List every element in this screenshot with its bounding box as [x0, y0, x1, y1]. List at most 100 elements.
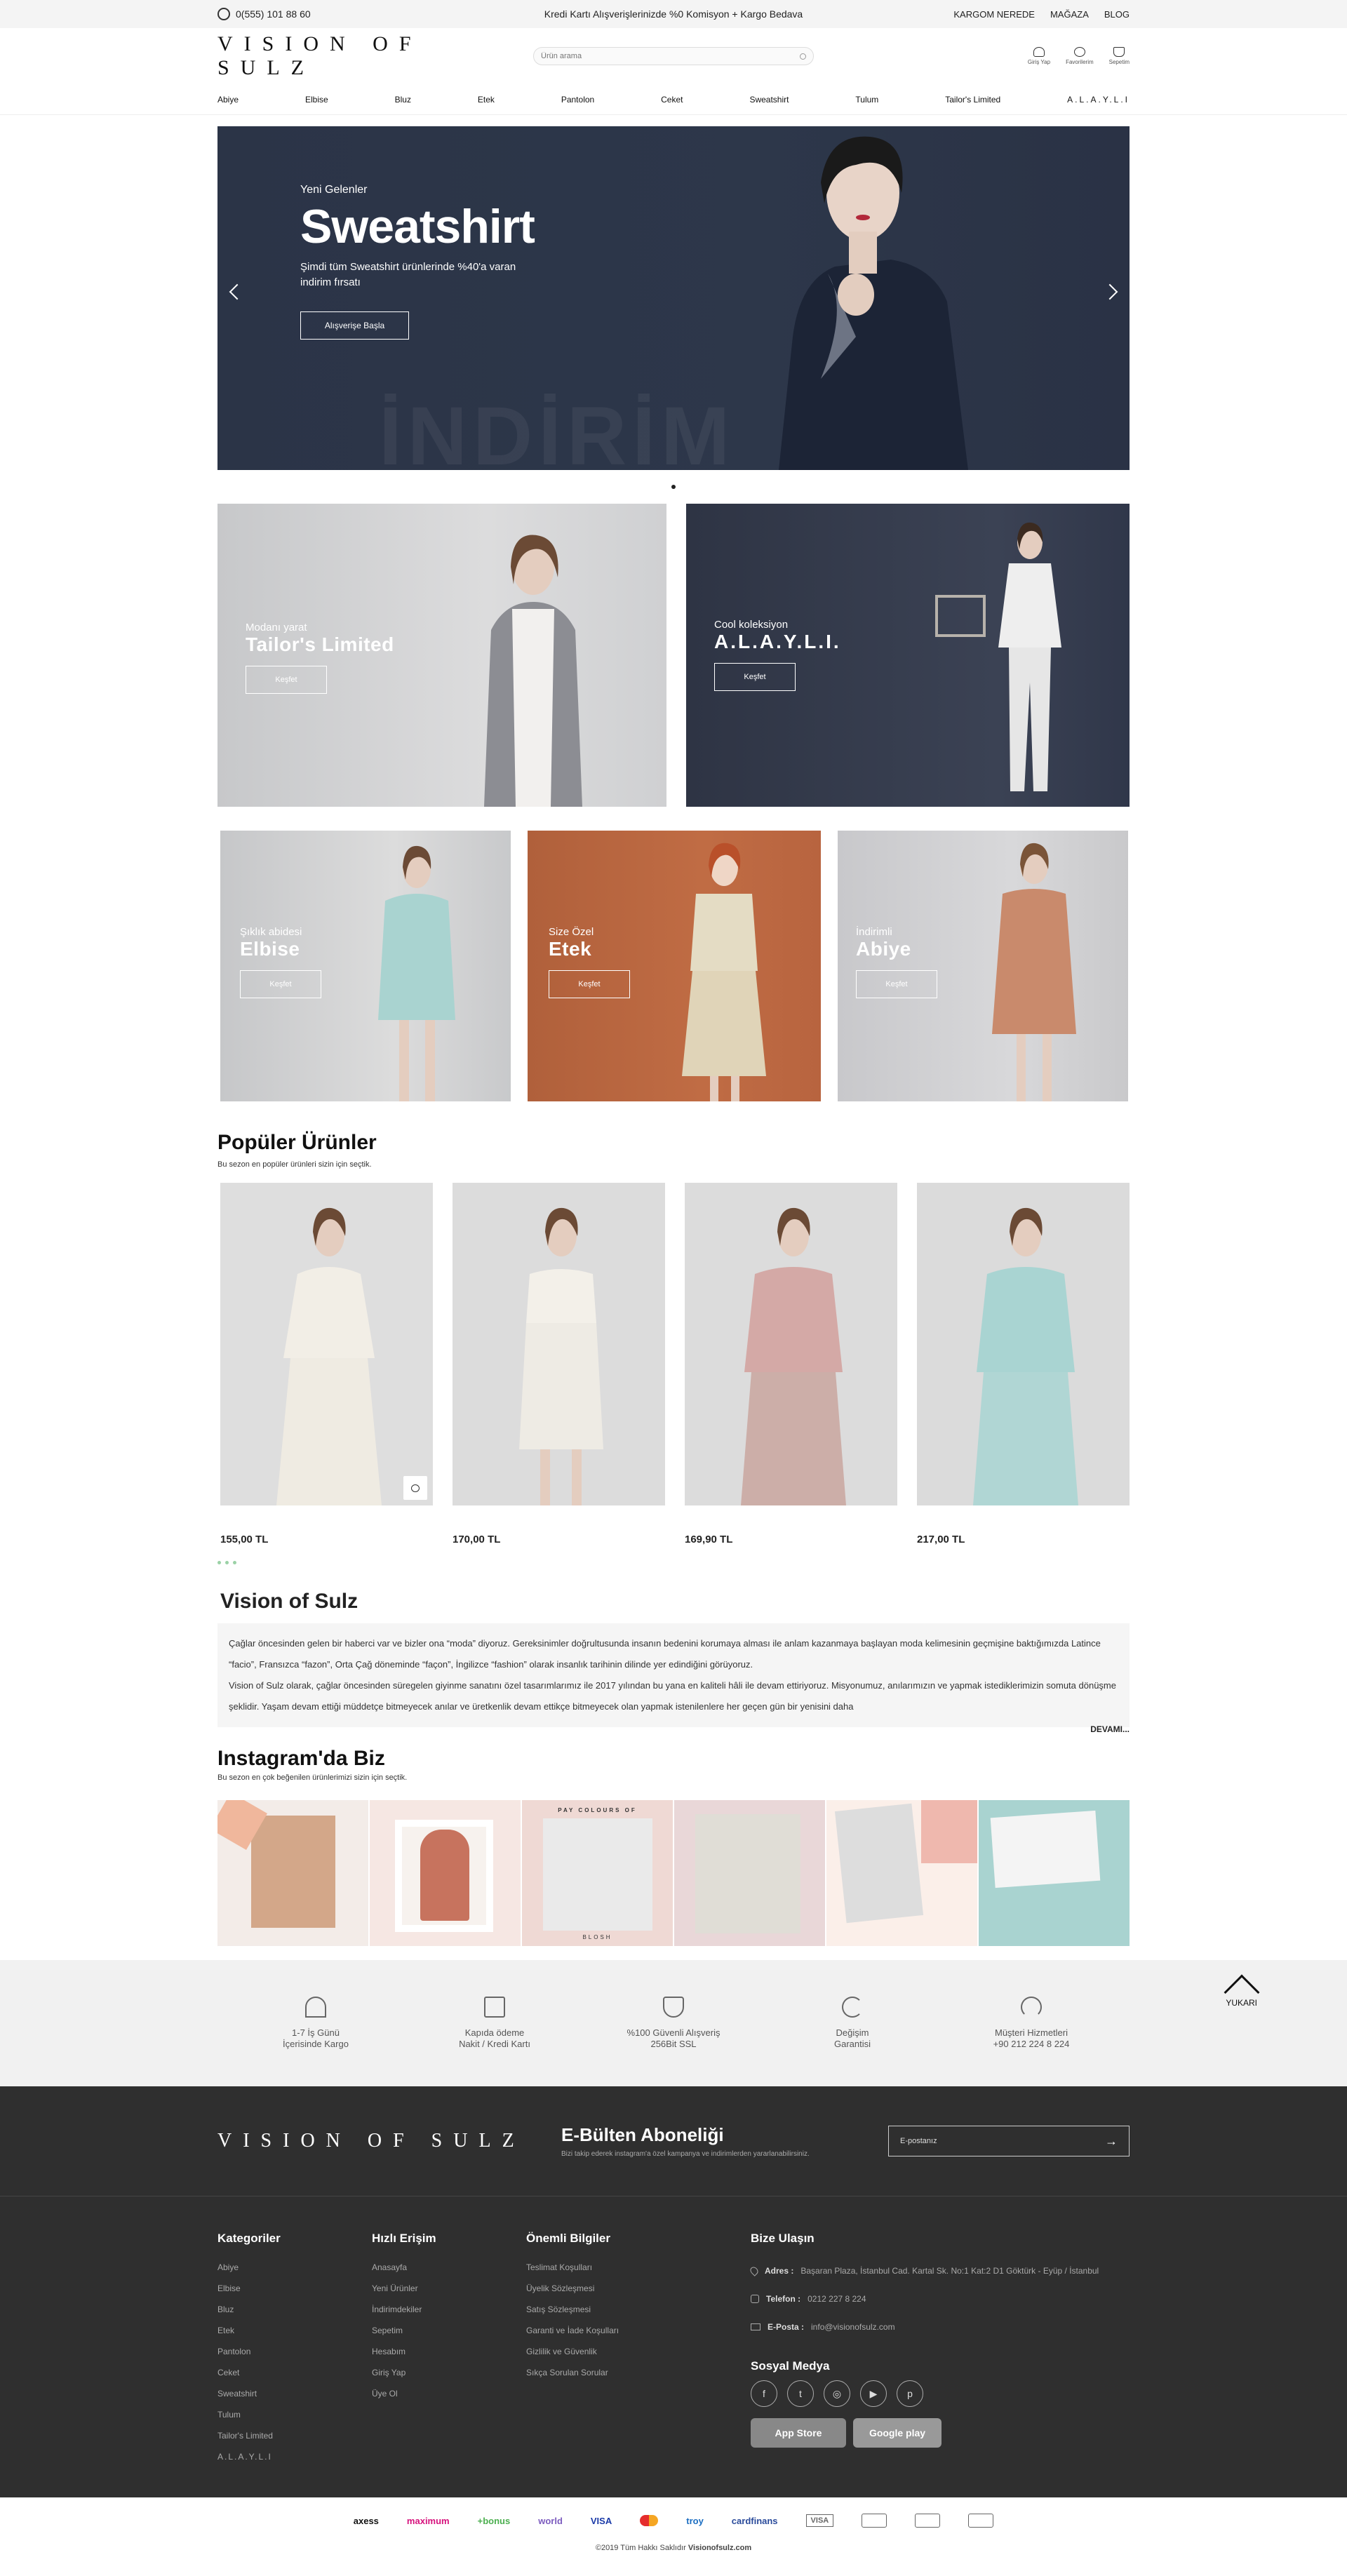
hero-shop-button[interactable]: Alışverişe Başla — [300, 311, 409, 340]
facebook-icon[interactable]: f — [751, 2380, 777, 2407]
cart-button[interactable]: Sepetim — [1109, 47, 1130, 65]
site-logo[interactable]: VISION OF SULZ — [217, 32, 512, 80]
footer-link[interactable]: Gizlilik ve Güvenlik — [526, 2341, 681, 2362]
product-image[interactable] — [917, 1183, 1130, 1505]
nav-item-tulum[interactable]: Tulum — [855, 95, 878, 105]
footer-link[interactable]: A.L.A.Y.L.I — [217, 2446, 372, 2467]
nav-item-elbise[interactable]: Elbise — [305, 95, 328, 105]
instagram-post[interactable] — [217, 1800, 368, 1946]
copyright-text: ©2019 Tüm Hakkı Saklıdır — [595, 2544, 686, 2552]
discover-button[interactable]: Keşfet — [246, 666, 327, 694]
read-more-link[interactable]: DEVAMI... — [217, 1724, 1130, 1734]
google-play-badge[interactable]: Google play — [853, 2418, 941, 2448]
search-input[interactable] — [541, 52, 779, 60]
slide-dot[interactable] — [225, 1561, 229, 1564]
search-box[interactable] — [533, 47, 814, 65]
scroll-top-button[interactable]: YUKARI — [1224, 1973, 1260, 2011]
nav-item-pantolon[interactable]: Pantolon — [561, 95, 594, 105]
instagram-post[interactable]: PAY COLOURS OF BLOSH — [522, 1800, 673, 1946]
payment-logo-axess: axess — [353, 2515, 379, 2526]
nav-item-abiye[interactable]: Abiye — [217, 95, 239, 105]
newsletter-email-field[interactable]: E-postanız → — [888, 2126, 1130, 2156]
favorite-button[interactable] — [403, 1476, 427, 1500]
instagram-post[interactable] — [979, 1800, 1130, 1946]
slide-dot[interactable] — [671, 485, 676, 489]
product-card[interactable]: 217,00 TL — [917, 1183, 1130, 1545]
footer-important-info: Önemli Bilgiler Teslimat Koşulları Üyeli… — [526, 2232, 681, 2467]
promo-card-etek[interactable]: Size Özel Etek Keşfet — [528, 831, 821, 1101]
youtube-icon[interactable]: ▶ — [860, 2380, 887, 2407]
product-image[interactable] — [220, 1183, 433, 1505]
footer-link[interactable]: Sweatshirt — [217, 2383, 372, 2404]
copyright-site[interactable]: Visionofsulz.com — [688, 2544, 751, 2552]
discover-button[interactable]: Keşfet — [856, 970, 937, 998]
nav-item-ceket[interactable]: Ceket — [661, 95, 683, 105]
product-image[interactable] — [685, 1183, 897, 1505]
footer-link[interactable]: Yeni Ürünler — [372, 2278, 526, 2299]
phone-contact[interactable]: 0(555) 101 88 60 — [217, 8, 428, 20]
discover-button[interactable]: Keşfet — [240, 970, 321, 998]
arrow-right-icon[interactable]: → — [1105, 2134, 1118, 2149]
promo-card-elbise[interactable]: Şıklık abidesi Elbise Keşfet — [220, 831, 511, 1101]
footer-link[interactable]: Bluz — [217, 2299, 372, 2320]
email-text[interactable]: info@visionofsulz.com — [811, 2313, 895, 2341]
secure-badge-icon — [915, 2514, 941, 2528]
pinterest-icon[interactable]: p — [897, 2380, 923, 2407]
footer-logo[interactable]: VISION OF SULZ — [217, 2130, 561, 2152]
link-kargom-nerede[interactable]: KARGOM NEREDE — [953, 9, 1035, 20]
footer-link[interactable]: Teslimat Koşulları — [526, 2257, 681, 2278]
chevron-left-icon[interactable] — [229, 283, 246, 300]
slide-dot[interactable] — [217, 1561, 221, 1564]
nav-item-etek[interactable]: Etek — [478, 95, 495, 105]
product-card[interactable]: 155,00 TL — [220, 1183, 433, 1545]
search-icon[interactable] — [800, 53, 806, 60]
slide-dot[interactable] — [233, 1561, 236, 1564]
link-blog[interactable]: BLOG — [1104, 9, 1130, 20]
footer-link[interactable]: Tailor's Limited — [217, 2425, 372, 2446]
footer-link[interactable]: Satış Sözleşmesi — [526, 2299, 681, 2320]
popular-section: Popüler Ürünler Bu sezon en popüler ürün… — [217, 1131, 1130, 1564]
link-magaza[interactable]: MAĞAZA — [1050, 9, 1089, 20]
promo-card-alayli[interactable]: Cool koleksiyon A.L.A.Y.L.I. Keşfet — [686, 504, 1130, 807]
footer-link[interactable]: Pantolon — [217, 2341, 372, 2362]
footer-link[interactable]: Sıkça Sorulan Sorular — [526, 2362, 681, 2383]
instagram-icon[interactable]: ◎ — [824, 2380, 850, 2407]
discover-button[interactable]: Keşfet — [714, 663, 796, 691]
promo-card-tailors[interactable]: Modanı yarat Tailor's Limited Keşfet — [217, 504, 666, 807]
discover-button[interactable]: Keşfet — [549, 970, 630, 998]
footer-link[interactable]: Hesabım — [372, 2341, 526, 2362]
phone-text[interactable]: 0212 227 8 224 — [807, 2285, 866, 2313]
login-button[interactable]: Giriş Yap — [1028, 47, 1050, 65]
twitter-icon[interactable]: t — [787, 2380, 814, 2407]
instagram-post[interactable] — [826, 1800, 977, 1946]
favorites-button[interactable]: Favorilerim — [1066, 47, 1094, 65]
footer-link[interactable]: Giriş Yap — [372, 2362, 526, 2383]
nav-item-tailors-limited[interactable]: Tailor's Limited — [945, 95, 1000, 105]
instagram-post[interactable] — [674, 1800, 825, 1946]
footer-link[interactable]: Sepetim — [372, 2320, 526, 2341]
nav-item-alayli[interactable]: A.L.A.Y.L.I — [1067, 95, 1130, 105]
footer-link[interactable]: Tulum — [217, 2404, 372, 2425]
footer-link[interactable]: Üye Ol — [372, 2383, 526, 2404]
footer-link[interactable]: İndirimdekiler — [372, 2299, 526, 2320]
app-store-badge[interactable]: App Store — [751, 2418, 846, 2448]
hero-slider[interactable]: İNDİRİM Yeni Gelenler Sweatshirt Şimdi t… — [217, 126, 1130, 470]
address-text: Başaran Plaza, İstanbul Cad. Kartal Sk. … — [800, 2266, 1099, 2276]
footer-link[interactable]: Etek — [217, 2320, 372, 2341]
nav-item-bluz[interactable]: Bluz — [395, 95, 411, 105]
footer-link[interactable]: Ceket — [217, 2362, 372, 2383]
instagram-post[interactable] — [370, 1800, 521, 1946]
nav-item-sweatshirt[interactable]: Sweatshirt — [749, 95, 789, 105]
feature-cod: Kapıda ödeme Nakit / Kredi Kartı — [438, 1997, 551, 2050]
product-image[interactable] — [453, 1183, 665, 1505]
footer-link[interactable]: Anasayfa — [372, 2257, 526, 2278]
product-card[interactable]: 169,90 TL — [685, 1183, 897, 1545]
promo-card-abiye[interactable]: İndirimli Abiye Keşfet — [838, 831, 1128, 1101]
footer-link[interactable]: Elbise — [217, 2278, 372, 2299]
footer-link[interactable]: Garanti ve İade Koşulları — [526, 2320, 681, 2341]
chevron-right-icon[interactable] — [1101, 283, 1118, 300]
refresh-icon — [842, 1997, 863, 2018]
product-card[interactable]: 170,00 TL — [453, 1183, 665, 1545]
footer-link[interactable]: Üyelik Sözleşmesi — [526, 2278, 681, 2299]
footer-link[interactable]: Abiye — [217, 2257, 372, 2278]
